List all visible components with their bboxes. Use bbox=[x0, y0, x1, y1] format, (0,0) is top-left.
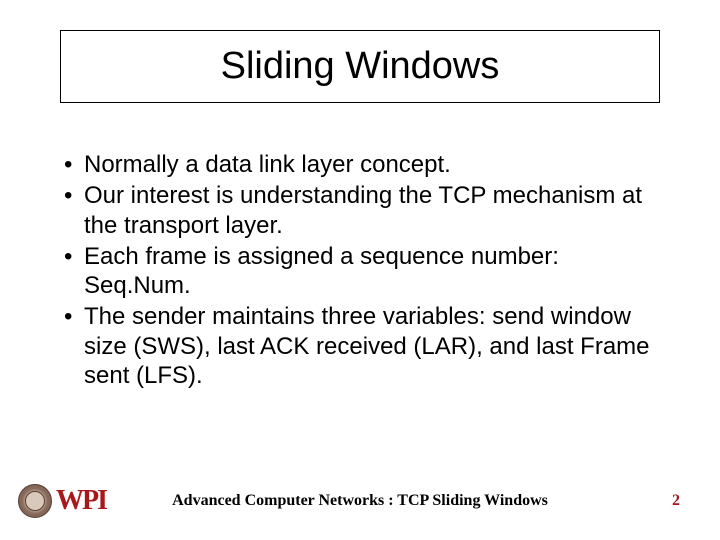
list-item: Normally a data link layer concept. bbox=[60, 150, 665, 179]
footer: WPI Advanced Computer Networks : TCP Sli… bbox=[0, 478, 720, 518]
list-item: Each frame is assigned a sequence number… bbox=[60, 242, 665, 301]
page-number: 2 bbox=[672, 492, 680, 510]
slide-title: Sliding Windows bbox=[71, 45, 649, 88]
list-item: The sender maintains three variables: se… bbox=[60, 302, 665, 390]
bullet-list: Normally a data link layer concept. Our … bbox=[60, 150, 665, 390]
footer-course-title: Advanced Computer Networks : TCP Sliding… bbox=[0, 492, 720, 510]
content-area: Normally a data link layer concept. Our … bbox=[60, 150, 665, 392]
title-container: Sliding Windows bbox=[60, 30, 660, 103]
list-item: Our interest is understanding the TCP me… bbox=[60, 181, 665, 240]
